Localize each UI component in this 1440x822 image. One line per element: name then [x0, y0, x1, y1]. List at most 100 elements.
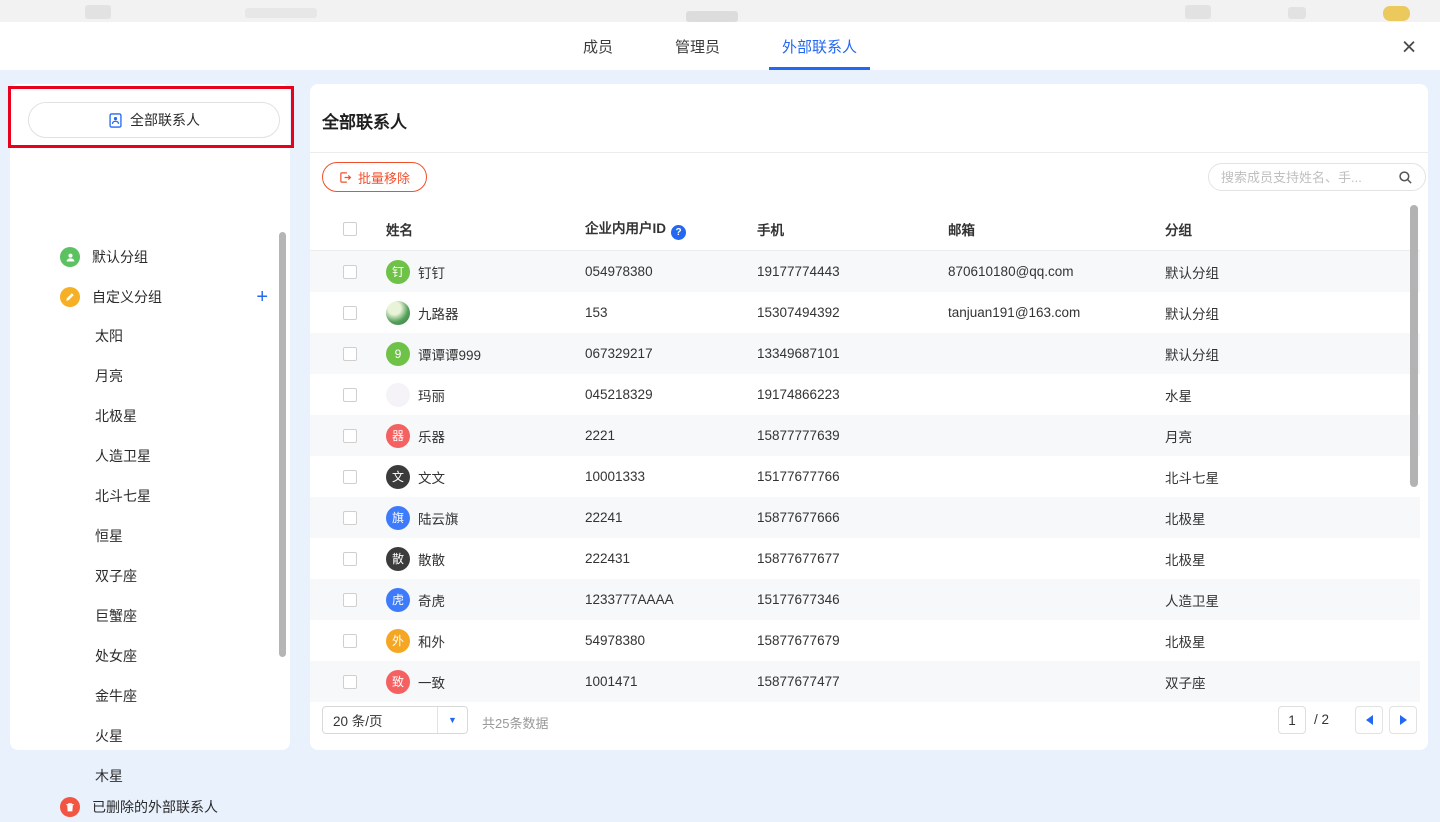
background-blob: [1288, 7, 1306, 19]
sidebar-group-item[interactable]: 恒星: [10, 516, 290, 556]
close-icon[interactable]: ×: [1394, 32, 1424, 62]
sidebar-group-item[interactable]: 太阳: [10, 316, 290, 356]
row-checkbox[interactable]: [343, 429, 357, 443]
contact-group: 月亮: [1165, 426, 1404, 446]
background-blob: [245, 8, 317, 18]
avatar: 散: [386, 547, 410, 571]
table-scrollbar[interactable]: [1410, 205, 1418, 487]
table-row[interactable]: 致一致100147115877677477双子座: [310, 661, 1420, 702]
sidebar-item-deleted-contacts[interactable]: 已删除的外部联系人: [10, 792, 290, 822]
row-checkbox[interactable]: [343, 470, 357, 484]
row-checkbox[interactable]: [343, 593, 357, 607]
search-icon[interactable]: [1398, 170, 1413, 185]
all-contacts-button[interactable]: 全部联系人: [28, 102, 280, 138]
contacts-table: 姓名 企业内用户ID? 手机 邮箱 分组 钉钉钉0549783801917777…: [310, 207, 1420, 702]
sidebar-group-item[interactable]: 巨蟹座: [10, 596, 290, 636]
pagination-bar: 20 条/页 ▼ 共25条数据 1 / 2: [310, 706, 1428, 734]
row-checkbox[interactable]: [343, 265, 357, 279]
row-checkbox[interactable]: [343, 347, 357, 361]
sidebar-scrollbar[interactable]: [279, 232, 286, 657]
table-row[interactable]: 钉钉钉05497838019177774443870610180@qq.com默…: [310, 251, 1420, 292]
help-icon[interactable]: ?: [671, 225, 686, 240]
arrow-right-icon: [1400, 715, 1407, 725]
row-checkbox[interactable]: [343, 675, 357, 689]
column-email: 邮箱: [948, 219, 1165, 239]
contact-name: 玛丽: [418, 385, 445, 405]
contact-phone: 15877677677: [757, 551, 948, 566]
sidebar-item-default-group[interactable]: 默认分组: [10, 242, 290, 272]
sidebar-group-item[interactable]: 火星: [10, 716, 290, 756]
contact-email: tanjuan191@163.com: [948, 305, 1165, 320]
column-phone: 手机: [757, 219, 948, 239]
table-row[interactable]: 9谭谭谭99906732921713349687101默认分组: [310, 333, 1420, 374]
avatar: 器: [386, 424, 410, 448]
sidebar-group-item[interactable]: 人造卫星: [10, 436, 290, 476]
sidebar-group-item[interactable]: 月亮: [10, 356, 290, 396]
prev-page-button[interactable]: [1355, 706, 1383, 734]
contact-name: 奇虎: [418, 590, 445, 610]
table-row[interactable]: 散散散22243115877677677北极星: [310, 538, 1420, 579]
tabs: 成员 管理员 外部联系人: [583, 22, 857, 70]
row-checkbox[interactable]: [343, 511, 357, 525]
trash-icon: [60, 797, 80, 817]
background-blob: [686, 11, 738, 22]
page-size-select[interactable]: 20 条/页 ▼: [322, 706, 468, 734]
add-group-icon[interactable]: +: [256, 287, 268, 307]
row-checkbox[interactable]: [343, 634, 357, 648]
batch-remove-label: 批量移除: [358, 168, 410, 187]
table-row[interactable]: 旗陆云旗2224115877677666北极星: [310, 497, 1420, 538]
next-page-button[interactable]: [1389, 706, 1417, 734]
sidebar-group-item[interactable]: 木星: [10, 756, 290, 796]
sidebar-item-custom-group[interactable]: 自定义分组 +: [10, 282, 290, 312]
table-row[interactable]: 文文文1000133315177677766北斗七星: [310, 456, 1420, 497]
table-row[interactable]: 外和外5497838015877677679北极星: [310, 620, 1420, 661]
toolbar: 批量移除: [310, 162, 1428, 194]
contact-user-id: 1001471: [585, 674, 757, 689]
contact-group: 北极星: [1165, 549, 1404, 569]
main-panel: 全部联系人 批量移除 姓名 企业内用户ID? 手机 邮箱 分组 钉钉钉054: [310, 84, 1428, 750]
contact-name: 文文: [418, 467, 445, 487]
tab-管理员[interactable]: 管理员: [675, 22, 720, 70]
table-row[interactable]: 九路器15315307494392tanjuan191@163.com默认分组: [310, 292, 1420, 333]
contact-name: 散散: [418, 549, 445, 569]
select-all-checkbox[interactable]: [343, 222, 357, 236]
batch-remove-button[interactable]: 批量移除: [322, 162, 427, 192]
page-title: 全部联系人: [322, 108, 407, 133]
custom-group-list: 太阳月亮北极星人造卫星北斗七星恒星双子座巨蟹座处女座金牛座火星木星: [10, 316, 290, 796]
sidebar-group-item[interactable]: 北斗七星: [10, 476, 290, 516]
chevron-down-icon: ▼: [437, 707, 467, 733]
sidebar-group-item[interactable]: 北极星: [10, 396, 290, 436]
background-blob: [1185, 5, 1211, 19]
column-group: 分组: [1165, 219, 1404, 239]
current-page-input[interactable]: 1: [1278, 706, 1306, 734]
tab-成员[interactable]: 成员: [583, 22, 613, 70]
pencil-icon: [60, 287, 80, 307]
sidebar-group-item[interactable]: 金牛座: [10, 676, 290, 716]
background-blob: [1383, 6, 1410, 21]
all-contacts-label: 全部联系人: [130, 110, 200, 130]
search-box: [1208, 163, 1426, 191]
contact-group: 北极星: [1165, 631, 1404, 651]
tab-外部联系人[interactable]: 外部联系人: [782, 22, 857, 70]
row-checkbox[interactable]: [343, 306, 357, 320]
table-row[interactable]: 玛丽04521832919174866223水星: [310, 374, 1420, 415]
custom-group-label: 自定义分组: [92, 287, 162, 307]
sidebar-group-item[interactable]: 处女座: [10, 636, 290, 676]
table-row[interactable]: 器乐器222115877777639月亮: [310, 415, 1420, 456]
contact-user-id: 54978380: [585, 633, 757, 648]
search-input[interactable]: [1221, 170, 1398, 185]
contact-phone: 15307494392: [757, 305, 948, 320]
contact-name: 谭谭谭999: [418, 344, 481, 364]
sidebar-group-item[interactable]: 双子座: [10, 556, 290, 596]
row-checkbox[interactable]: [343, 552, 357, 566]
deleted-contacts-label: 已删除的外部联系人: [92, 797, 218, 817]
contact-name: 九路器: [418, 303, 459, 323]
avatar: 钉: [386, 260, 410, 284]
avatar: [386, 301, 410, 325]
table-header-row: 姓名 企业内用户ID? 手机 邮箱 分组: [310, 207, 1420, 251]
row-checkbox[interactable]: [343, 388, 357, 402]
contact-name: 乐器: [418, 426, 445, 446]
table-row[interactable]: 虎奇虎1233777AAAA15177677346人造卫星: [310, 579, 1420, 620]
contact-group: 默认分组: [1165, 303, 1404, 323]
contact-card-icon: [108, 113, 123, 128]
